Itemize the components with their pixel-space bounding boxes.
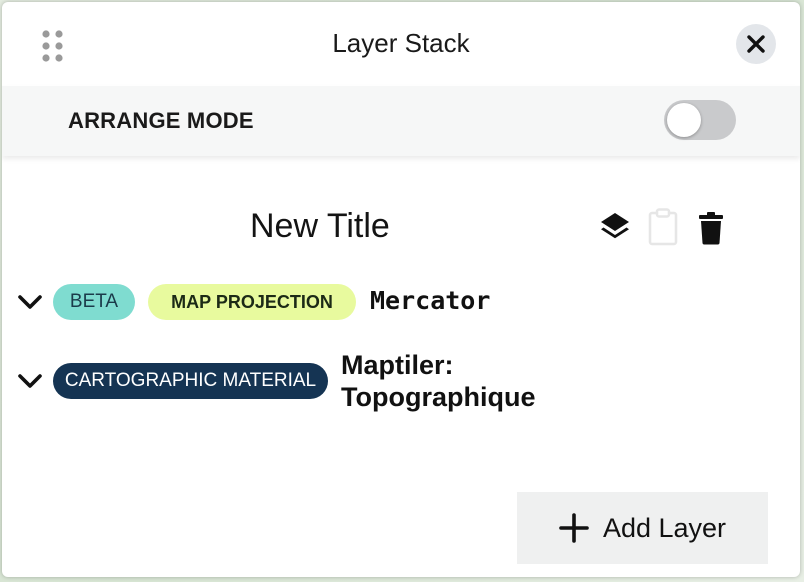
add-layer-label: Add Layer	[602, 512, 727, 543]
panel-title: Layer Stack	[332, 28, 470, 58]
toggle-knob	[667, 103, 701, 137]
arrange-mode-label: ARRANGE MODE	[68, 108, 254, 133]
arrange-mode-toggle[interactable]	[664, 100, 736, 140]
plus-icon	[559, 513, 589, 543]
expand-chevron-down-icon[interactable]	[16, 371, 44, 391]
layers-icon	[601, 213, 629, 239]
layer-name[interactable]: Mercator	[370, 286, 490, 315]
close-button[interactable]	[736, 24, 776, 64]
layers-button[interactable]	[598, 210, 632, 244]
layer-stack-panel: Layer Stack ARRANGE MODE New Title BETA …	[2, 2, 800, 577]
stack-title[interactable]: New Title	[250, 207, 390, 246]
clipboard-icon	[648, 208, 678, 246]
cartographic-material-badge: CARTOGRAPHIC MATERIAL	[53, 363, 328, 399]
beta-badge: BETA	[53, 284, 135, 320]
layer-name[interactable]: Maptiler: Topographique	[341, 349, 601, 413]
add-layer-button[interactable]: Add Layer	[517, 492, 768, 564]
layer-name-line: Maptiler:	[341, 350, 454, 380]
expand-chevron-down-icon[interactable]	[16, 292, 44, 312]
map-projection-badge: MAP PROJECTION	[148, 284, 356, 320]
clipboard-button[interactable]	[648, 208, 678, 246]
panel-header: Layer Stack	[2, 2, 800, 86]
delete-button[interactable]	[696, 210, 726, 246]
trash-icon	[699, 212, 723, 245]
layer-name-line: Topographique	[341, 382, 536, 412]
close-icon	[747, 35, 765, 53]
